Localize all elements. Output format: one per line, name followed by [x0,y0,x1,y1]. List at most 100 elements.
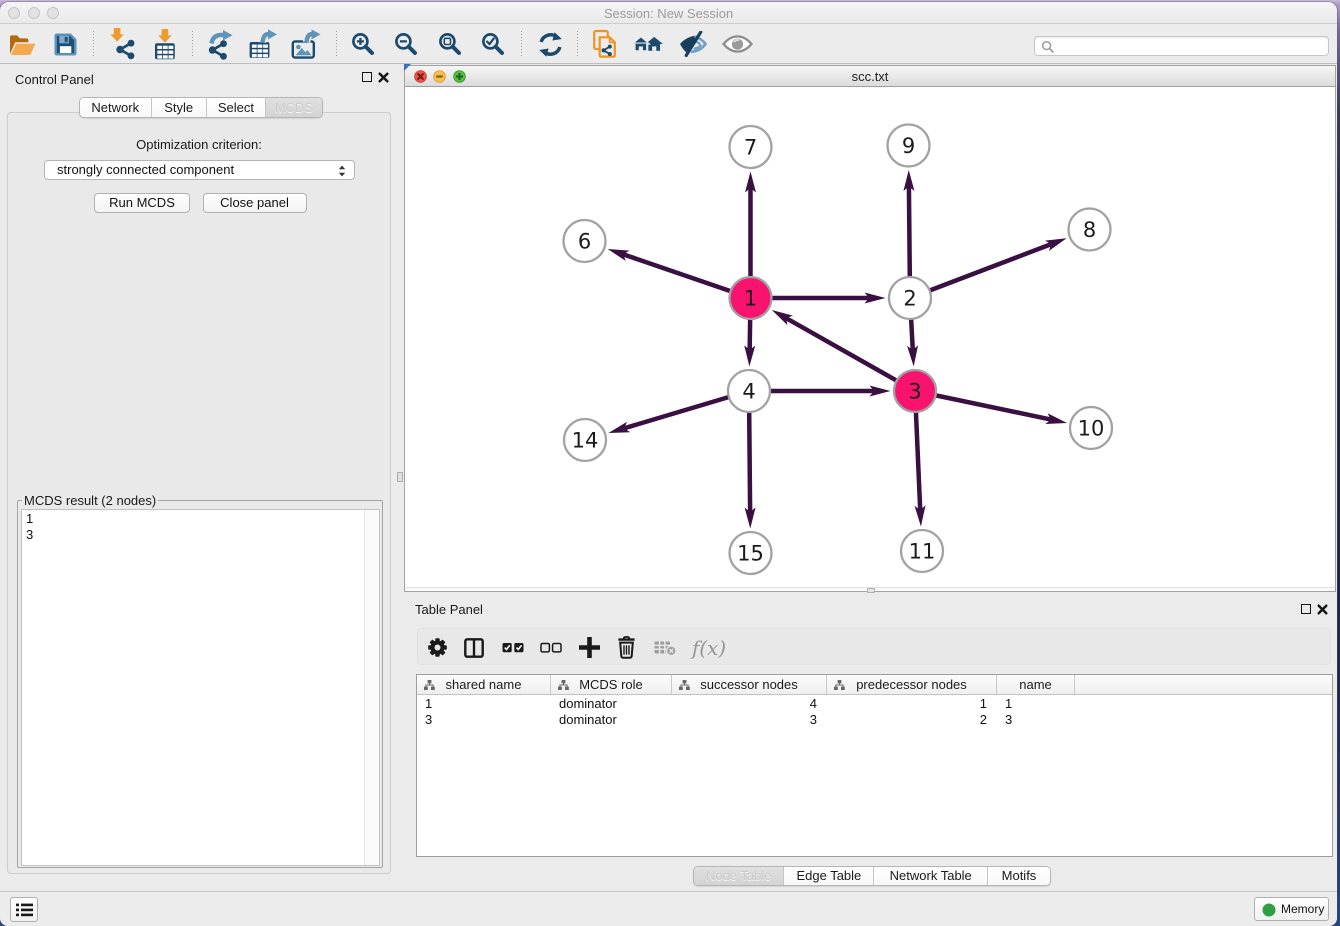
application-window: Session: New Session [0,2,1337,926]
zoom-in-icon[interactable] [347,28,379,60]
mcds-result-list[interactable]: 13 [21,509,380,866]
table-panel: Table Panel [404,597,1336,891]
tab-motifs[interactable]: Motifs [988,867,1050,885]
refresh-icon[interactable] [534,28,566,60]
toolbar-separator [521,31,522,57]
toolbar-separator [577,31,578,57]
import-network-icon[interactable] [106,28,138,60]
gear-icon[interactable] [422,629,452,666]
status-bar: Memory [0,891,1337,926]
tab-select[interactable]: Select [207,98,266,117]
horizontal-split-grip[interactable] [867,588,875,593]
column-header-successor-nodes[interactable]: successor nodes [672,675,827,694]
tab-style[interactable]: Style [152,98,207,117]
toolbar-separator [192,31,193,57]
zoom-fit-icon[interactable] [434,28,466,60]
graph-node-label: 10 [1078,417,1105,441]
network-canvas[interactable]: 7968124314101511 [405,88,1335,588]
eye-icon[interactable] [721,28,753,60]
copy-documents-share-icon[interactable] [589,28,621,60]
mcds-result-title: MCDS result (2 nodes) [22,493,158,508]
table-cell: dominator [551,712,672,728]
result-scrollbar[interactable] [364,510,379,865]
table-cell: 2 [827,712,997,728]
open-folder-icon[interactable] [6,28,38,60]
node-table: shared nameMCDS rolesuccessor nodesprede… [416,674,1333,857]
control-panel-float-icon[interactable] [362,72,372,82]
table-panel-close-icon[interactable] [1316,603,1329,616]
search-input[interactable] [1057,38,1323,54]
memory-status-dot [1262,903,1276,917]
checkboxes-unchecked-icon[interactable] [536,629,566,666]
app-title: Session: New Session [0,6,1337,21]
app-titlebar: Session: New Session [0,2,1337,24]
zoom-selected-icon[interactable] [477,28,509,60]
toolbar-separator [93,31,94,57]
close-panel-button[interactable]: Close panel [203,193,307,213]
dropdown-chevrons-icon [337,164,347,178]
toolbar-separator [336,31,337,57]
graph-node-label: 15 [737,542,764,566]
table-panel-float-icon[interactable] [1301,604,1311,614]
function-fx-icon[interactable]: f(x) [687,629,731,666]
table-row[interactable]: 3dominator323 [417,712,1332,728]
memory-button[interactable]: Memory [1254,897,1329,921]
graph-node-label: 11 [909,540,936,564]
memory-button-label: Memory [1281,902,1324,916]
vertical-split-grip[interactable] [397,472,403,482]
column-header-name[interactable]: name [997,675,1075,694]
eye-slash-icon[interactable] [677,28,709,60]
tab-network-table[interactable]: Network Table [874,867,988,885]
table-header-row: shared nameMCDS rolesuccessor nodesprede… [417,675,1332,695]
column-header-predecessor-nodes[interactable]: predecessor nodes [827,675,997,694]
export-table-icon[interactable] [246,28,278,60]
zoom-out-icon[interactable] [390,28,422,60]
tab-mcds[interactable]: MCDS [266,98,322,117]
table-row[interactable]: 1dominator411 [417,696,1332,712]
optimization-criterion-label: Optimization criterion: [0,137,398,152]
tab-edge-table[interactable]: Edge Table [784,867,874,885]
graph-node-label: 7 [744,136,757,160]
graph-node-label: 2 [903,287,916,311]
tab-network[interactable]: Network [80,98,152,117]
run-mcds-button[interactable]: Run MCDS [94,193,190,213]
task-history-button[interactable] [10,897,38,922]
network-graph: 7968124314101511 [405,88,1335,588]
table-cell: 1 [997,696,1075,712]
network-window-title: scc.txt [405,69,1335,84]
list-icon [16,903,33,917]
double-home-icon[interactable] [632,28,664,60]
table-cell: 3 [997,712,1075,728]
tab-node-table[interactable]: Node Table [694,867,784,885]
resize-corner-icon [404,64,412,72]
table-cell: 4 [672,696,827,712]
mcds-result-item[interactable]: 3 [22,527,379,543]
column-header-shared-name[interactable]: shared name [417,675,551,694]
control-panel-tabs: NetworkStyleSelectMCDS [79,97,323,118]
table-delete-icon[interactable] [650,629,680,666]
graph-node-label: 3 [908,380,921,404]
split-columns-icon[interactable] [459,629,489,666]
control-panel-close-icon[interactable] [377,71,390,84]
graph-edge-3-1[interactable] [784,317,915,391]
export-image-icon[interactable] [289,28,321,60]
export-network-icon[interactable] [204,28,236,60]
table-panel-title: Table Panel [415,602,483,617]
search-field[interactable] [1034,36,1329,56]
network-window-titlebar: scc.txt [405,66,1335,87]
mcds-result-item[interactable]: 1 [22,511,379,527]
column-header-MCDS-role[interactable]: MCDS role [551,675,672,694]
mcds-result-group: MCDS result (2 nodes) 13 [17,500,383,868]
criterion-value: strongly connected component [57,162,234,177]
criterion-dropdown[interactable]: strongly connected component [44,160,355,180]
plus-icon[interactable] [575,629,605,666]
table-toolbar: f(x) [417,628,1331,665]
save-floppy-icon[interactable] [49,28,81,60]
search-magnifier-icon [1041,40,1055,54]
graph-edge-2-8[interactable] [910,243,1054,298]
table-cell: 3 [417,712,551,728]
graph-node-label: 6 [578,230,591,254]
import-table-icon[interactable] [149,28,181,60]
trash-icon[interactable] [611,629,641,666]
checkboxes-checked-icon[interactable] [498,629,528,666]
